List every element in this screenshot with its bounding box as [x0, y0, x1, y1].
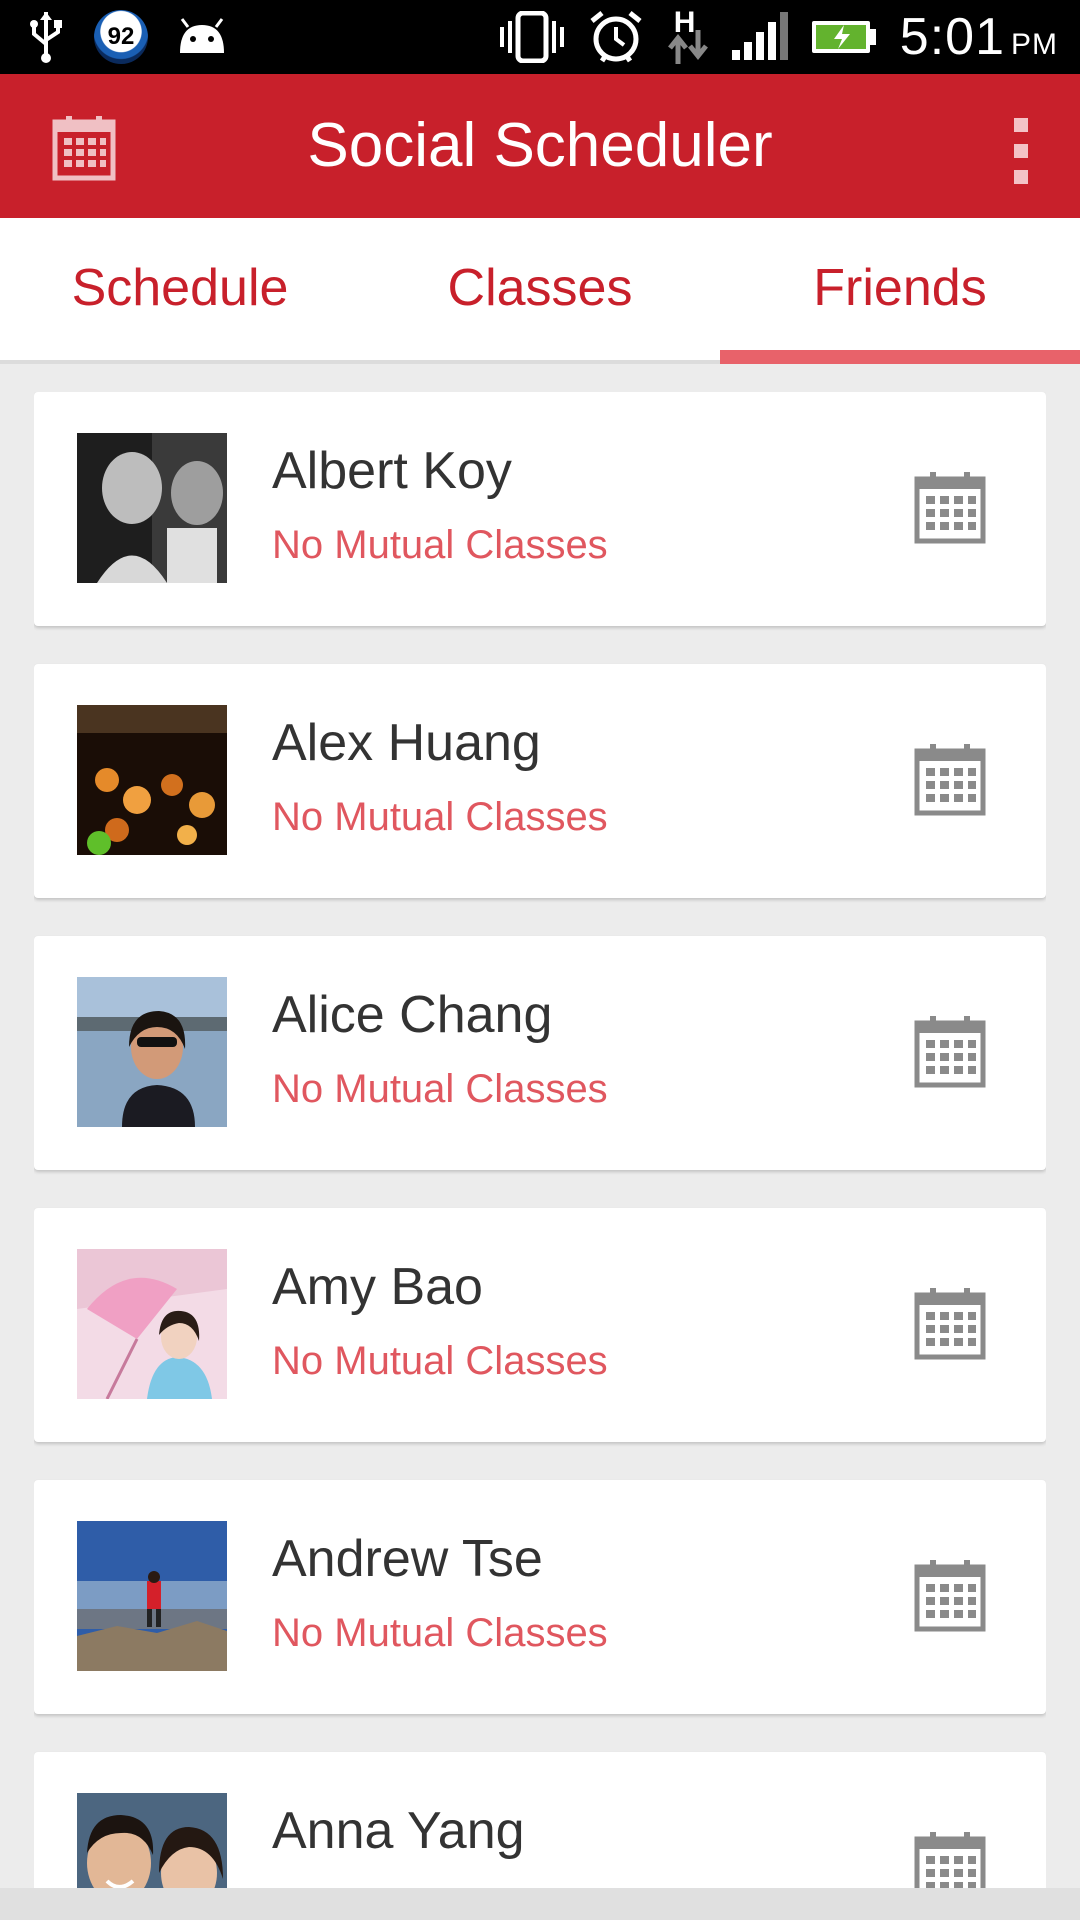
- friend-name: Amy Bao: [272, 1258, 483, 1316]
- tab-bar: Schedule Classes Friends: [0, 218, 1080, 364]
- friend-card[interactable]: Alex Huang No Mutual Classes: [34, 664, 1046, 898]
- status-bar: 92 H 5:01 PM: [0, 0, 1080, 74]
- app-bar: Social Scheduler: [0, 74, 1080, 218]
- friend-name: Albert Koy: [272, 442, 512, 500]
- avatar: [77, 705, 227, 855]
- tab-friends[interactable]: Friends: [720, 218, 1080, 364]
- friend-name: Alex Huang: [272, 714, 541, 772]
- app-title: Social Scheduler: [307, 111, 773, 180]
- battery-level-badge: 92: [94, 10, 148, 64]
- avatar: [77, 1249, 227, 1399]
- clock: 5:01 PM: [899, 8, 1058, 66]
- vibrate-icon: [499, 11, 564, 63]
- calendar-icon[interactable]: [914, 1558, 986, 1632]
- calendar-icon[interactable]: [914, 742, 986, 816]
- mutual-classes-status: No Mutual Classes: [272, 1067, 608, 1111]
- overflow-menu-icon[interactable]: [1006, 118, 1036, 188]
- friend-card[interactable]: Amy Bao No Mutual Classes: [34, 1208, 1046, 1442]
- bottom-edge: [0, 1888, 1080, 1920]
- android-icon: [180, 18, 224, 53]
- alarm-icon: [590, 11, 642, 63]
- calendar-icon[interactable]: [914, 1830, 986, 1888]
- friend-card[interactable]: Albert Koy No Mutual Classes: [34, 392, 1046, 626]
- friend-card[interactable]: Andrew Tse No Mutual Classes: [34, 1480, 1046, 1714]
- tab-classes[interactable]: Classes: [360, 218, 720, 360]
- avatar: [77, 433, 227, 583]
- calendar-icon[interactable]: [914, 1014, 986, 1088]
- friends-list: Albert Koy No Mutual Classes Alex Huang: [34, 392, 1046, 1888]
- mutual-classes-status: No Mutual Classes: [272, 795, 608, 839]
- tab-schedule[interactable]: Schedule: [0, 218, 360, 360]
- avatar: [77, 1793, 227, 1888]
- friend-card[interactable]: Alice Chang No Mutual Classes: [34, 936, 1046, 1170]
- friend-name: Alice Chang: [272, 986, 553, 1044]
- friend-name: Anna Yang: [272, 1802, 525, 1860]
- battery-charging-icon: [811, 21, 876, 53]
- signal-icon: [731, 12, 788, 60]
- mutual-classes-status: No Mutual Classes: [272, 1611, 608, 1655]
- friend-card[interactable]: Anna Yang: [34, 1752, 1046, 1888]
- mutual-classes-status: No Mutual Classes: [272, 523, 608, 567]
- mutual-classes-status: No Mutual Classes: [272, 1339, 608, 1383]
- avatar: [77, 1521, 227, 1671]
- usb-icon: [30, 12, 62, 63]
- calendar-icon[interactable]: [914, 470, 986, 544]
- avatar: [77, 977, 227, 1127]
- calendar-icon[interactable]: [914, 1286, 986, 1360]
- friend-name: Andrew Tse: [272, 1530, 543, 1588]
- network-type-indicator: H: [666, 8, 710, 66]
